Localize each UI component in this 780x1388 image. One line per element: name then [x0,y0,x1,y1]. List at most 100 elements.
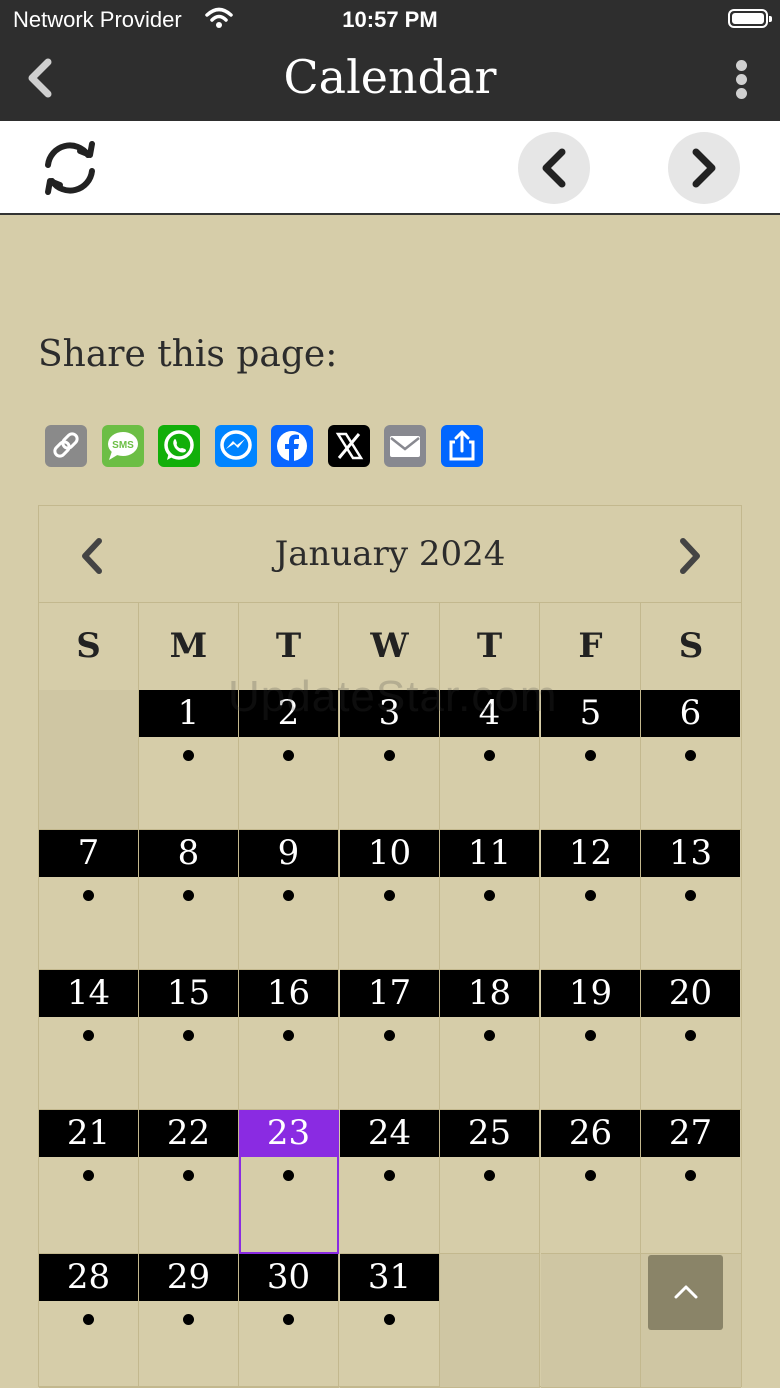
day-cell-21[interactable]: 21 [39,1110,139,1254]
event-dot-icon [83,1030,94,1041]
event-dot-icon [183,890,194,901]
email-icon[interactable] [384,425,426,467]
day-number: 18 [440,970,539,1017]
event-dot-icon [384,750,395,761]
event-dot-icon [83,1314,94,1325]
day-cell-18[interactable]: 18 [440,970,540,1110]
facebook-icon[interactable] [271,425,313,467]
day-number: 10 [340,830,439,877]
day-cell-26[interactable]: 26 [541,1110,641,1254]
day-cell-23[interactable]: 23 [239,1110,339,1254]
next-month-button[interactable] [675,536,705,576]
event-dot-icon [484,1170,495,1181]
day-number: 11 [440,830,539,877]
scroll-to-top-button[interactable] [648,1255,723,1330]
event-dot-icon [685,1170,696,1181]
event-dot-icon [685,750,696,761]
weekday-label: S [678,626,704,666]
more-dot [735,88,747,99]
day-cell-30[interactable]: 30 [239,1254,339,1388]
day-cell-13[interactable]: 13 [641,830,741,970]
event-dot-icon [283,1170,294,1181]
day-number: 20 [641,970,740,1017]
day-cell-31[interactable]: 31 [340,1254,440,1388]
day-cell-12[interactable]: 12 [541,830,641,970]
day-cell-8[interactable]: 8 [139,830,239,970]
day-number: 28 [39,1254,138,1301]
event-dot-icon [685,890,696,901]
day-number: 21 [39,1110,138,1157]
day-number: 23 [239,1110,338,1157]
day-number: 30 [239,1254,338,1301]
day-cell-24[interactable]: 24 [340,1110,440,1254]
day-cell-14[interactable]: 14 [39,970,139,1110]
day-cell-9[interactable]: 9 [239,830,339,970]
day-number: 7 [39,830,138,877]
day-number: 29 [139,1254,238,1301]
day-number: 6 [641,690,740,737]
page-title: Calendar [283,50,497,104]
day-number: 16 [239,970,338,1017]
event-dot-icon [183,750,194,761]
event-dot-icon [484,1030,495,1041]
calendar: January 2024 S M T W T F S 1 2 3 4 5 6 7 8 9 10 11… [38,505,742,1388]
day-number: 9 [239,830,338,877]
day-cell-17[interactable]: 17 [340,970,440,1110]
day-cell-19[interactable]: 19 [541,970,641,1110]
more-dot [735,60,747,71]
battery-icon [728,9,772,28]
event-dot-icon [183,1030,194,1041]
event-dot-icon [685,1030,696,1041]
toolbar [0,121,780,215]
share-icon[interactable] [441,425,483,467]
event-dot-icon [585,1030,596,1041]
previous-page-button[interactable] [518,132,590,204]
event-dot-icon [183,1314,194,1325]
next-page-button[interactable] [668,132,740,204]
share-heading: Share this page: [38,334,338,375]
nav-bar: Calendar [0,40,780,121]
day-cell-10[interactable]: 10 [340,830,440,970]
day-number: 8 [139,830,238,877]
day-cell-6[interactable]: 6 [641,690,741,830]
day-cell-27[interactable]: 27 [641,1110,741,1254]
event-dot-icon [283,1030,294,1041]
day-cell-25[interactable]: 25 [440,1110,540,1254]
x-icon[interactable] [328,425,370,467]
weekday-label: M [139,602,239,690]
day-cell-28[interactable]: 28 [39,1254,139,1388]
event-dot-icon [283,890,294,901]
day-number: 15 [139,970,238,1017]
sms-icon[interactable]: SMS [102,425,144,467]
messenger-icon[interactable] [215,425,257,467]
chevron-right-icon [680,538,700,574]
empty-day-cell [440,1254,540,1388]
day-cell-15[interactable]: 15 [139,970,239,1110]
day-number: 14 [39,970,138,1017]
empty-day-cell [541,1254,641,1388]
event-dot-icon [484,750,495,761]
day-cell-16[interactable]: 16 [239,970,339,1110]
day-number: 13 [641,830,740,877]
event-dot-icon [585,890,596,901]
more-dot [735,74,747,85]
clock: 10:57 PM [342,7,438,32]
chevron-left-icon [542,148,566,188]
day-cell-1[interactable]: 1 [139,690,239,830]
more-menu-button[interactable] [729,60,753,104]
event-dot-icon [83,1170,94,1181]
whatsapp-icon[interactable] [158,425,200,467]
day-cell-29[interactable]: 29 [139,1254,239,1388]
day-cell-7[interactable]: 7 [39,830,139,970]
event-dot-icon [283,1314,294,1325]
day-cell-22[interactable]: 22 [139,1110,239,1254]
day-cell-11[interactable]: 11 [440,830,540,970]
day-number: 19 [541,970,640,1017]
chevron-up-icon [674,1285,698,1299]
day-cell-20[interactable]: 20 [641,970,741,1110]
event-dot-icon [183,1170,194,1181]
copy-link-icon[interactable] [45,425,87,467]
day-number: 25 [440,1110,539,1157]
month-label: January 2024 [274,534,506,574]
refresh-button[interactable] [36,137,104,199]
